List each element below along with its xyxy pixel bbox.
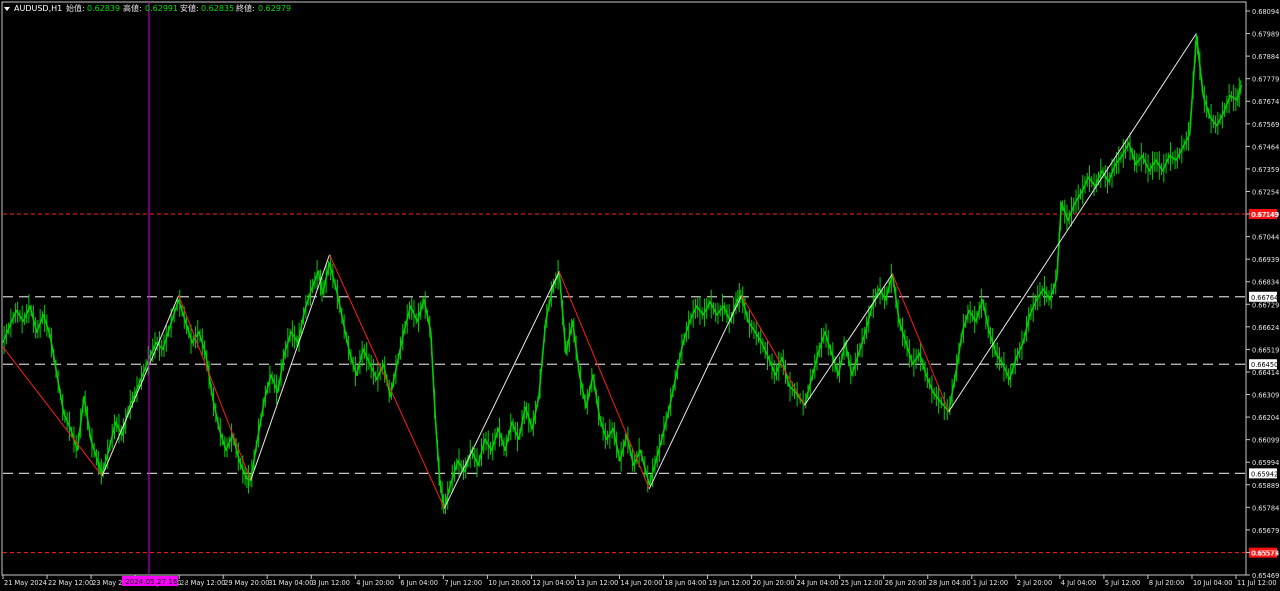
open-label: 始值: bbox=[66, 3, 85, 13]
y-tick-label: 0.66204 bbox=[1252, 414, 1279, 422]
y-tick-label: 0.67044 bbox=[1252, 234, 1279, 242]
x-tick-label: 4 Jun 20:00 bbox=[356, 579, 394, 587]
x-tick-label: 10 Jul 04:00 bbox=[1193, 579, 1233, 587]
y-tick-label: 0.66414 bbox=[1252, 369, 1279, 377]
chart-header: AUDUSD,H1 始值: 0.62839 高値: 0.62991 安値: 0.… bbox=[4, 3, 291, 13]
x-tick-label: 29 May 20:00 bbox=[224, 579, 269, 587]
close-value: 0.62979 bbox=[258, 4, 291, 13]
y-tick-label: 0.66729 bbox=[1252, 301, 1279, 309]
y-tick-label: 0.66834 bbox=[1252, 279, 1279, 287]
y-tick-label: 0.66624 bbox=[1252, 324, 1279, 332]
x-tick-label: 24 Jun 04:00 bbox=[797, 579, 839, 587]
y-tick-label: 0.65784 bbox=[1252, 504, 1279, 512]
y-tick-label: 0.68094 bbox=[1252, 8, 1279, 16]
y-tick-label: 0.67254 bbox=[1252, 188, 1279, 196]
x-tick-label: 18 Jun 04:00 bbox=[665, 579, 707, 587]
x-tick-label: 14 Jun 20:00 bbox=[621, 579, 663, 587]
chart-background bbox=[0, 0, 1280, 591]
y-tick-label: 0.65574 bbox=[1252, 549, 1279, 557]
y-tick-label: 0.67359 bbox=[1252, 166, 1279, 174]
x-tick-label: 22 May 12:00 bbox=[48, 579, 93, 587]
x-tick-label: 11 Jul 12:00 bbox=[1237, 579, 1277, 587]
symbol-label: AUDUSD,H1 bbox=[14, 4, 62, 13]
x-tick-label: 1 Jul 12:00 bbox=[973, 579, 1008, 587]
x-tick-label: 6 Jun 04:00 bbox=[400, 579, 438, 587]
low-value: 0.62835 bbox=[201, 4, 234, 13]
x-tick-label: 26 Jun 20:00 bbox=[885, 579, 927, 587]
high-value: 0.62991 bbox=[145, 4, 178, 13]
y-tick-label: 0.67884 bbox=[1252, 53, 1279, 61]
y-tick-label: 0.67779 bbox=[1252, 76, 1279, 84]
y-tick-label: 0.66309 bbox=[1252, 392, 1279, 400]
x-tick-label: 12 Jun 04:00 bbox=[532, 579, 574, 587]
x-tick-label: 8 Jul 20:00 bbox=[1149, 579, 1184, 587]
x-tick-label: 13 Jun 12:00 bbox=[576, 579, 618, 587]
x-tick-label: 20 Jun 20:00 bbox=[753, 579, 795, 587]
y-tick-label: 0.65994 bbox=[1252, 459, 1279, 467]
x-tick-label: 10 Jun 20:00 bbox=[488, 579, 530, 587]
high-label: 高値: bbox=[123, 3, 142, 13]
y-tick-label: 0.67674 bbox=[1252, 98, 1279, 106]
low-label: 安値: bbox=[180, 3, 199, 13]
close-label: 終値: bbox=[236, 3, 255, 13]
y-tick-label: 0.67149 bbox=[1252, 211, 1279, 219]
x-tick-label: 21 May 2024 bbox=[4, 579, 47, 587]
y-tick-label: 0.65889 bbox=[1252, 482, 1279, 490]
y-tick-label: 0.66099 bbox=[1252, 437, 1279, 445]
y-tick-label: 0.65679 bbox=[1252, 527, 1279, 535]
y-tick-label: 0.66939 bbox=[1252, 256, 1279, 264]
x-tick-label: 7 Jun 12:00 bbox=[444, 579, 482, 587]
open-value: 0.62839 bbox=[87, 4, 120, 13]
y-tick-label: 0.67464 bbox=[1252, 143, 1279, 151]
x-tick-label: 4 Jul 04:00 bbox=[1061, 579, 1096, 587]
x-tick-label: 25 Jun 12:00 bbox=[841, 579, 883, 587]
time-marker-label: 2024.05.27 16:00 bbox=[125, 577, 190, 586]
level-badge-label-3: 0.65942 bbox=[1251, 470, 1278, 478]
x-tick-label: 2 Jul 20:00 bbox=[1017, 579, 1052, 587]
x-tick-label: 5 Jul 12:00 bbox=[1105, 579, 1140, 587]
y-tick-label: 0.67989 bbox=[1252, 31, 1279, 39]
x-tick-label: 3 Jun 12:00 bbox=[312, 579, 350, 587]
x-tick-label: 19 Jun 12:00 bbox=[709, 579, 751, 587]
time-marker-badge: 2024.05.27 16:00 bbox=[122, 576, 190, 586]
x-tick-label: 28 Jun 04:00 bbox=[929, 579, 971, 587]
y-tick-label: 0.66519 bbox=[1252, 346, 1279, 354]
x-tick-label: 31 May 04:00 bbox=[268, 579, 313, 587]
chart[interactable]: 0.671490.667640.664500.659420.65573 0.68… bbox=[0, 0, 1280, 591]
y-tick-label: 0.67569 bbox=[1252, 121, 1279, 129]
